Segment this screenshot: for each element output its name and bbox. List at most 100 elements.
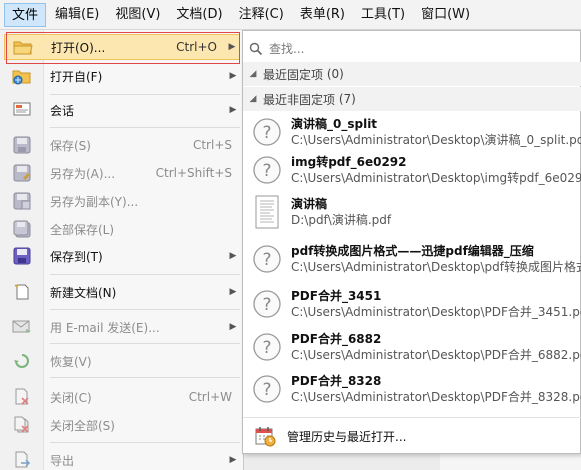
menu-item-label: 关闭(C) bbox=[50, 390, 92, 405]
menu-item-label: 另存为(A)... bbox=[50, 166, 116, 181]
recent-file-name: img转pdf_6e0292 bbox=[291, 155, 407, 169]
pinned-section-header[interactable]: ◢ 最近固定项 (0) bbox=[243, 62, 581, 86]
section-label: 最近非固定项 bbox=[263, 92, 336, 107]
menu-item-save-to[interactable]: 保存到(T) ▶ bbox=[4, 243, 240, 269]
menu-item-label: 会话 bbox=[50, 103, 75, 118]
menu-item-label: 导出 bbox=[50, 453, 75, 468]
svg-text:?: ? bbox=[262, 338, 271, 358]
menu-form[interactable]: 表单(R) bbox=[293, 3, 352, 27]
menu-view[interactable]: 视图(V) bbox=[108, 3, 167, 27]
recent-file-item[interactable]: ? PDF合并_3451 C:\Users\Administrator\Desk… bbox=[243, 285, 581, 323]
svg-text:?: ? bbox=[262, 123, 271, 143]
expand-triangle-icon: ◢ bbox=[249, 94, 257, 104]
session-icon bbox=[4, 97, 40, 123]
search-bar bbox=[243, 35, 581, 63]
menu-item-label: 保存到(T) bbox=[50, 249, 103, 264]
restore-icon bbox=[4, 348, 40, 374]
svg-text:?: ? bbox=[262, 295, 271, 315]
menu-separator bbox=[50, 127, 240, 128]
menu-item-label: 新建文档(N) bbox=[50, 285, 117, 300]
svg-text:?: ? bbox=[262, 250, 271, 270]
close-doc-icon bbox=[4, 384, 40, 410]
menu-item-save[interactable]: 保存(S) Ctrl+S bbox=[4, 132, 240, 158]
section-count: (0) bbox=[326, 67, 344, 81]
menu-separator bbox=[50, 274, 240, 275]
recent-file-item[interactable]: 演讲稿 D:\pdf\演讲稿.pdf bbox=[243, 193, 581, 231]
menu-tools[interactable]: 工具(T) bbox=[354, 3, 412, 27]
open-from-icon bbox=[4, 63, 40, 89]
menu-item-save-as[interactable]: 另存为(A)... Ctrl+Shift+S bbox=[4, 160, 240, 186]
recent-file-name: PDF合并_6882 bbox=[291, 332, 382, 346]
menu-comment[interactable]: 注释(C) bbox=[232, 3, 291, 27]
recent-file-item[interactable]: ? pdf转换成图片格式——迅捷pdf编辑器_压缩 C:\Users\Admin… bbox=[243, 240, 581, 278]
menu-item-session[interactable]: 会话 ▶ bbox=[4, 97, 240, 123]
unknown-file-icon: ? bbox=[243, 151, 291, 189]
close-all-icon bbox=[4, 412, 40, 438]
menu-separator bbox=[50, 343, 240, 344]
section-label: 最近固定项 bbox=[263, 67, 324, 82]
recent-file-path: C:\Users\Administrator\Desktop\img转pdf_6… bbox=[291, 171, 581, 185]
menu-document[interactable]: 文档(D) bbox=[169, 3, 229, 27]
recent-file-name: PDF合并_3451 bbox=[291, 289, 382, 303]
menu-bar: 文件 编辑(E) 视图(V) 文档(D) 注释(C) 表单(R) 工具(T) 窗… bbox=[0, 0, 581, 30]
menu-item-export[interactable]: 导出 ▶ bbox=[4, 447, 240, 470]
unknown-file-icon: ? bbox=[243, 240, 291, 278]
menu-item-label: 用 E-mail 发送(E)... bbox=[50, 320, 160, 335]
recent-file-name: 演讲稿_0_split bbox=[291, 117, 378, 131]
save-all-icon bbox=[4, 216, 40, 242]
menu-item-label: 保存(S) bbox=[50, 138, 91, 153]
menu-window[interactable]: 窗口(W) bbox=[414, 3, 477, 27]
menu-item-close-all[interactable]: 关闭全部(S) bbox=[4, 412, 240, 438]
menu-item-shortcut: Ctrl+Shift+S bbox=[155, 166, 232, 180]
recent-file-path: C:\Users\Administrator\Desktop\PDF合并_688… bbox=[291, 348, 581, 362]
search-input[interactable] bbox=[269, 41, 559, 56]
svg-text:?: ? bbox=[262, 161, 271, 181]
unknown-file-icon: ? bbox=[243, 113, 291, 151]
calendar-history-icon bbox=[243, 425, 287, 447]
menu-item-shortcut: Ctrl+S bbox=[192, 138, 232, 152]
menu-item-open-from[interactable]: 打开自(F) ▶ bbox=[4, 63, 240, 89]
recent-file-name: 演讲稿 bbox=[291, 197, 328, 211]
menu-separator bbox=[50, 309, 240, 310]
recent-file-name: pdf转换成图片格式——迅捷pdf编辑器_压缩 bbox=[291, 244, 534, 258]
unknown-file-icon: ? bbox=[243, 285, 291, 323]
recent-file-path: C:\Users\Administrator\Desktop\pdf转换成图片格… bbox=[291, 260, 581, 274]
menu-item-shortcut: Ctrl+W bbox=[188, 390, 232, 404]
recent-file-item[interactable]: ? PDF合并_6882 C:\Users\Administrator\Desk… bbox=[243, 328, 581, 366]
submenu-arrow-icon: ▶ bbox=[229, 251, 237, 261]
recent-file-item[interactable]: ? PDF合并_8328 C:\Users\Administrator\Desk… bbox=[243, 370, 581, 408]
section-count: (7) bbox=[338, 92, 356, 106]
menu-edit[interactable]: 编辑(E) bbox=[48, 3, 106, 27]
save-icon bbox=[4, 132, 40, 158]
recent-file-item[interactable]: ? img转pdf_6e0292 C:\Users\Administrator\… bbox=[243, 151, 581, 189]
submenu-arrow-icon: ▶ bbox=[229, 322, 237, 332]
new-document-icon bbox=[4, 279, 40, 305]
save-copy-icon bbox=[4, 188, 40, 214]
submenu-arrow-icon: ▶ bbox=[229, 455, 237, 465]
svg-text:?: ? bbox=[262, 380, 271, 400]
manage-history-button[interactable]: 管理历史与最近打开... bbox=[243, 421, 581, 451]
menu-item-close[interactable]: 关闭(C) Ctrl+W bbox=[4, 384, 240, 410]
unpinned-section-header[interactable]: ◢ 最近非固定项 (7) bbox=[243, 87, 581, 111]
menu-separator bbox=[50, 442, 240, 443]
save-as-icon bbox=[4, 160, 40, 186]
menu-item-save-copy[interactable]: 另存为副本(Y)... bbox=[4, 188, 240, 214]
expand-triangle-icon: ◢ bbox=[249, 69, 257, 79]
menu-item-email[interactable]: 用 E-mail 发送(E)... ▶ bbox=[4, 314, 240, 340]
menu-item-label: 恢复(V) bbox=[50, 354, 92, 369]
submenu-arrow-icon: ▶ bbox=[229, 105, 237, 115]
menu-item-save-all[interactable]: 全部保存(L) bbox=[4, 216, 240, 242]
submenu-arrow-icon: ▶ bbox=[229, 287, 237, 297]
recent-files-panel: ◢ 最近固定项 (0) ◢ 最近非固定项 (7) ? 演讲稿_0_split C… bbox=[242, 30, 581, 454]
menu-item-label: 全部保存(L) bbox=[50, 222, 115, 237]
menu-item-label: 关闭全部(S) bbox=[50, 418, 115, 433]
menu-item-restore[interactable]: 恢复(V) bbox=[4, 348, 240, 374]
email-icon bbox=[4, 314, 40, 340]
recent-file-item[interactable]: ? 演讲稿_0_split C:\Users\Administrator\Des… bbox=[243, 113, 581, 151]
unknown-file-icon: ? bbox=[243, 370, 291, 408]
menu-item-new-document[interactable]: 新建文档(N) ▶ bbox=[4, 279, 240, 305]
menu-separator bbox=[50, 94, 240, 95]
recent-file-path: D:\pdf\演讲稿.pdf bbox=[291, 213, 392, 227]
recent-file-name: PDF合并_8328 bbox=[291, 374, 382, 388]
menu-file[interactable]: 文件 bbox=[4, 2, 47, 27]
